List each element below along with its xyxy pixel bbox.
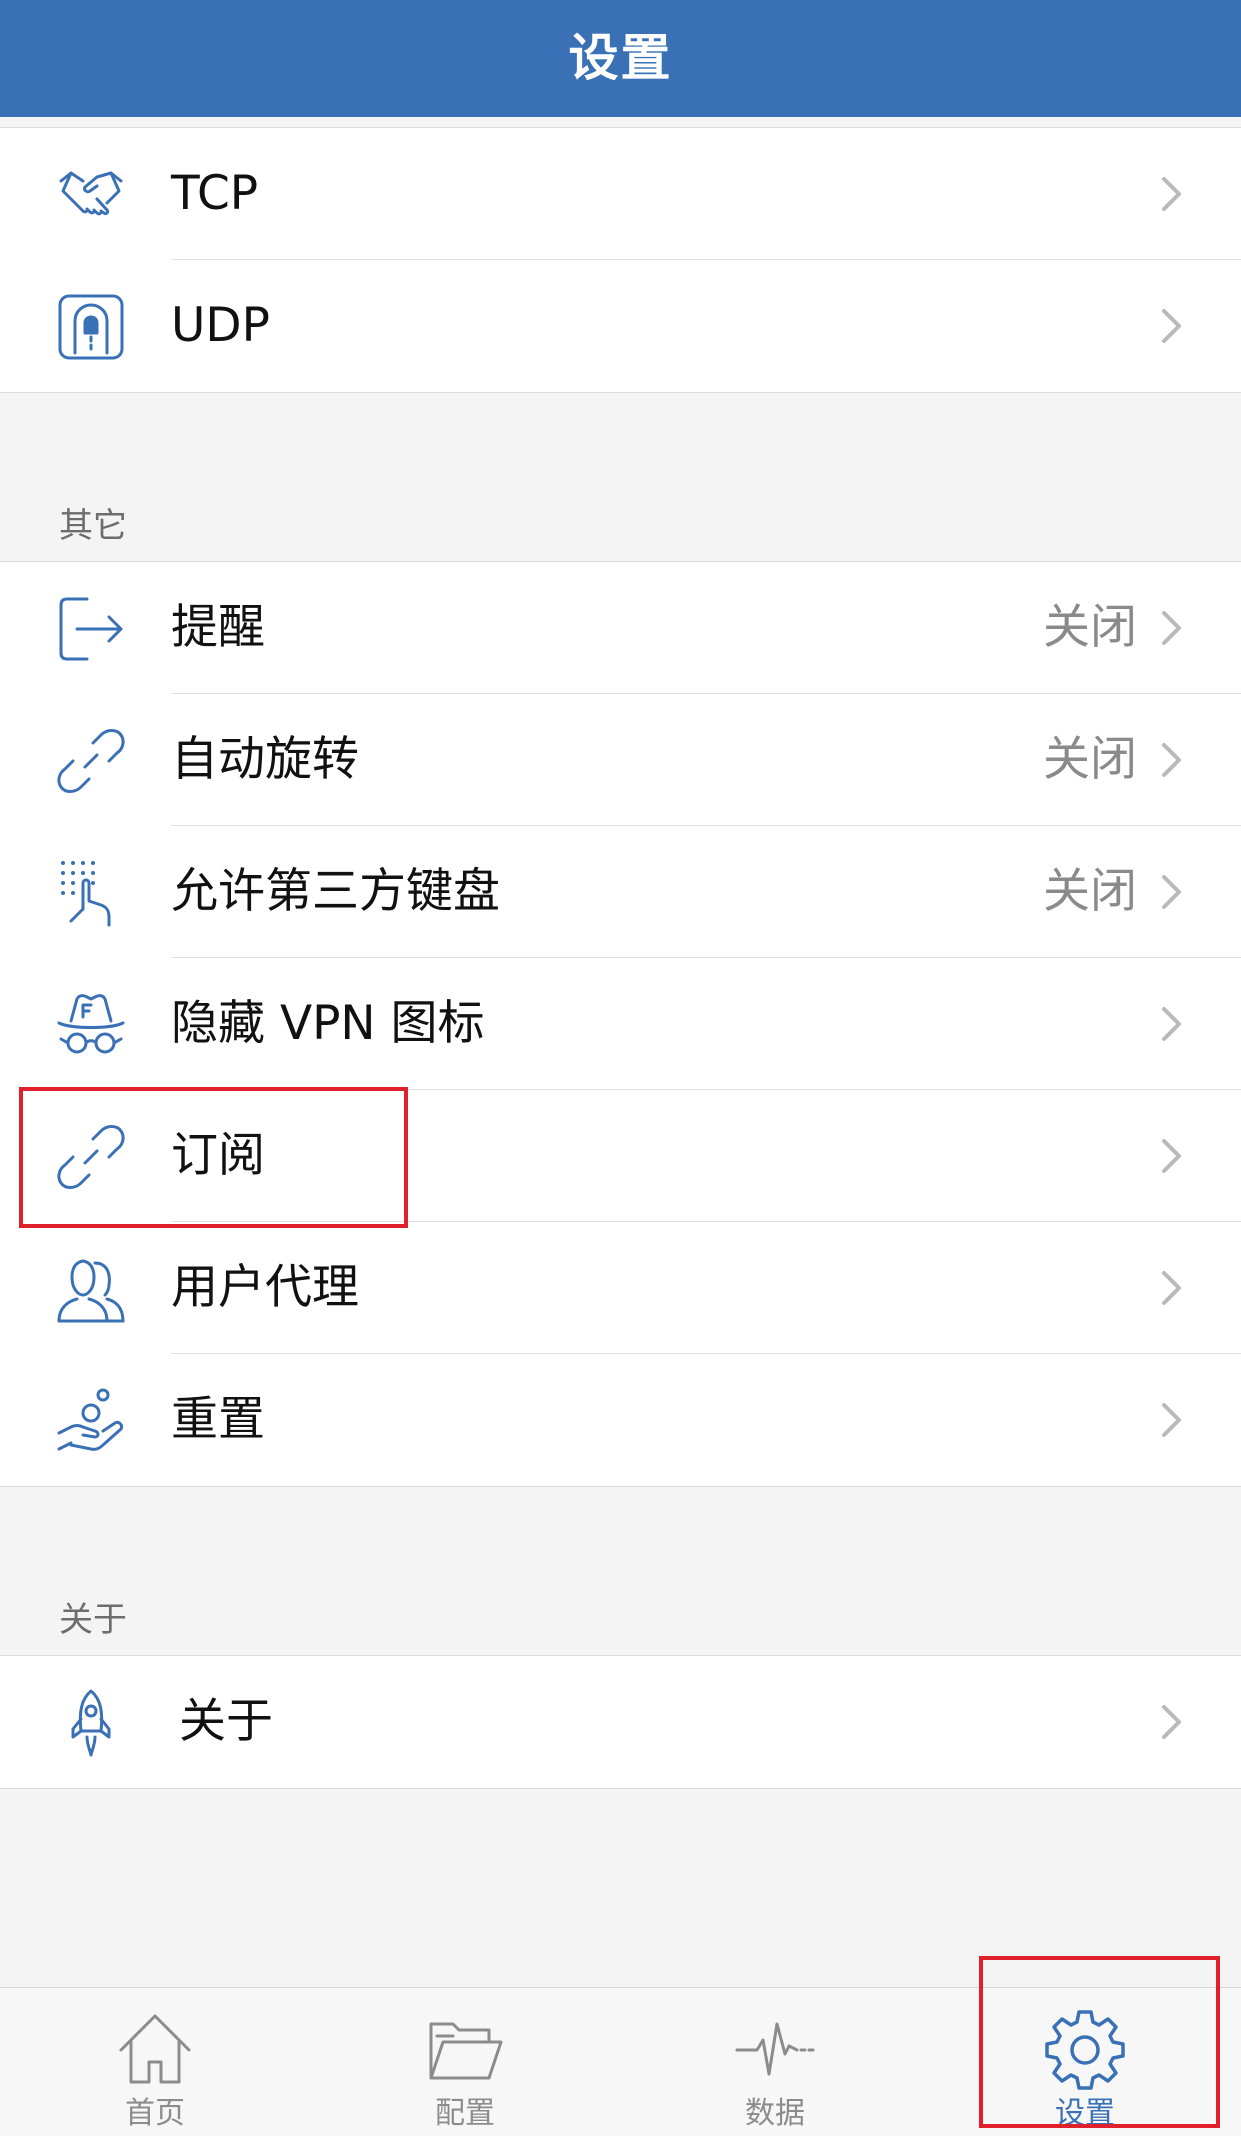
keypad-touch-icon bbox=[57, 859, 125, 927]
folder-icon bbox=[425, 2010, 505, 2090]
settings-row-label: 自动旋转 bbox=[171, 732, 359, 787]
tab-data[interactable]: 数据 bbox=[620, 1988, 930, 2136]
link-icon bbox=[57, 727, 125, 795]
chevron-right-icon bbox=[1161, 176, 1183, 212]
users-icon bbox=[57, 1255, 125, 1323]
hand-coin-icon bbox=[57, 1387, 125, 1455]
settings-row-reset[interactable]: 重置 bbox=[0, 1354, 1241, 1486]
settings-row-label: UDP bbox=[171, 298, 270, 353]
tab-label: 数据 bbox=[745, 2096, 805, 2131]
chevron-right-icon bbox=[1161, 874, 1183, 910]
chevron-right-icon bbox=[1161, 308, 1183, 344]
network-group: TCP UDP bbox=[0, 127, 1241, 393]
tab-home[interactable]: 首页 bbox=[0, 1988, 310, 2136]
tab-label: 设置 bbox=[1055, 2096, 1115, 2131]
section-header-about: 关于 bbox=[59, 1600, 127, 1640]
settings-row-label: 隐藏 VPN 图标 bbox=[171, 996, 485, 1051]
tab-bar: 首页 配置 数据 设置 bbox=[0, 1987, 1241, 2136]
other-group: 提醒 关闭 自动旋转 关闭 允许第三方键盘 关闭 隐藏 VPN 图标 订阅 用户… bbox=[0, 561, 1241, 1487]
sign-out-icon bbox=[57, 595, 125, 663]
chevron-right-icon bbox=[1161, 1270, 1183, 1306]
tab-label: 首页 bbox=[125, 2096, 185, 2131]
home-icon bbox=[115, 2010, 195, 2090]
settings-row-tcp[interactable]: TCP bbox=[0, 128, 1241, 260]
tab-config[interactable]: 配置 bbox=[310, 1988, 620, 2136]
incognito-icon bbox=[57, 991, 125, 1059]
navigation-bar: 设置 bbox=[0, 0, 1241, 117]
settings-row-label: 重置 bbox=[171, 1392, 265, 1447]
about-group: 关于 bbox=[0, 1655, 1241, 1789]
rocket-icon bbox=[57, 1689, 125, 1757]
pulse-icon bbox=[735, 2010, 815, 2090]
tab-settings[interactable]: 设置 bbox=[930, 1988, 1240, 2136]
settings-row-label: 提醒 bbox=[171, 600, 265, 655]
settings-row-value: 关闭 bbox=[1043, 600, 1137, 655]
chevron-right-icon bbox=[1161, 1402, 1183, 1438]
link-icon bbox=[57, 1123, 125, 1191]
settings-row-label: 允许第三方键盘 bbox=[171, 864, 500, 919]
chevron-right-icon bbox=[1161, 1138, 1183, 1174]
tunnel-icon bbox=[57, 293, 125, 361]
settings-row-label: 用户代理 bbox=[171, 1260, 359, 1315]
settings-row-reminder[interactable]: 提醒 关闭 bbox=[0, 562, 1241, 694]
settings-row-user-agent[interactable]: 用户代理 bbox=[0, 1222, 1241, 1354]
settings-row-label: 订阅 bbox=[171, 1128, 265, 1183]
settings-row-label: 关于 bbox=[179, 1694, 273, 1749]
settings-row-value: 关闭 bbox=[1043, 864, 1137, 919]
section-header-other: 其它 bbox=[59, 506, 127, 546]
settings-row-third-party-keyboard[interactable]: 允许第三方键盘 关闭 bbox=[0, 826, 1241, 958]
settings-row-about[interactable]: 关于 bbox=[0, 1656, 1241, 1788]
gear-icon bbox=[1045, 2010, 1125, 2090]
settings-row-auto-rotate[interactable]: 自动旋转 关闭 bbox=[0, 694, 1241, 826]
settings-row-value: 关闭 bbox=[1043, 732, 1137, 787]
settings-row-label: TCP bbox=[171, 166, 259, 221]
settings-row-subscription[interactable]: 订阅 bbox=[0, 1090, 1241, 1222]
settings-row-hide-vpn-icon[interactable]: 隐藏 VPN 图标 bbox=[0, 958, 1241, 1090]
chevron-right-icon bbox=[1161, 1006, 1183, 1042]
chevron-right-icon bbox=[1161, 742, 1183, 778]
tab-label: 配置 bbox=[435, 2096, 495, 2131]
chevron-right-icon bbox=[1161, 1704, 1183, 1740]
handshake-icon bbox=[57, 161, 125, 229]
page-title: 设置 bbox=[568, 28, 673, 87]
settings-row-udp[interactable]: UDP bbox=[0, 260, 1241, 392]
chevron-right-icon bbox=[1161, 610, 1183, 646]
